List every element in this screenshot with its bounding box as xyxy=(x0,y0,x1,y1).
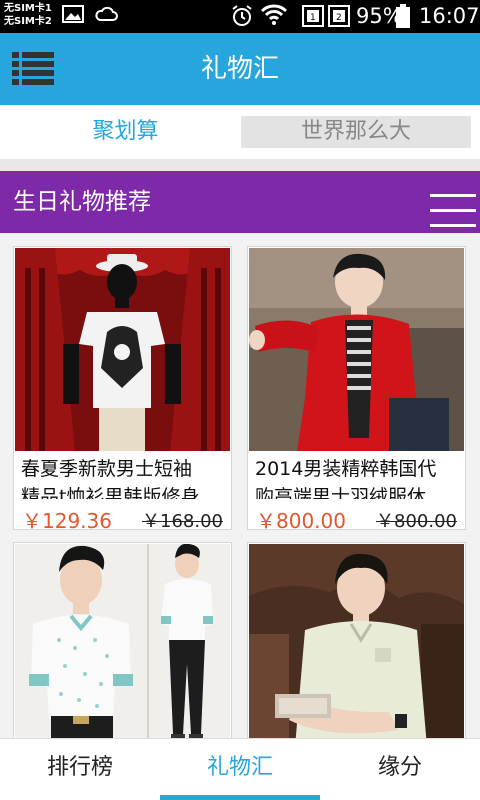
product-name: 2014男装精粹韩国代 购高端男士羽绒服休 xyxy=(255,458,437,499)
section-header: 生日礼物推荐 xyxy=(0,171,480,233)
clock: 16:07 xyxy=(419,4,480,28)
product-image xyxy=(249,248,464,451)
divider xyxy=(0,159,480,171)
app-header: 礼物汇 xyxy=(0,33,480,105)
alarm-icon xyxy=(232,5,252,26)
status-bar: 无SIM卡1 无SIM卡2 1 2 95% 16:07 xyxy=(0,0,480,33)
menu-icon[interactable] xyxy=(12,52,54,86)
product-original-price: ￥168.00 xyxy=(142,511,223,532)
product-card[interactable] xyxy=(13,542,232,738)
gallery-notification-icon xyxy=(62,5,84,23)
sim-line-2: 无SIM卡2 xyxy=(4,16,52,27)
product-image xyxy=(15,544,230,738)
nav-fate[interactable]: 缘分 xyxy=(320,739,480,800)
product-card[interactable] xyxy=(247,542,466,738)
nav-gifts[interactable]: 礼物汇 xyxy=(160,739,320,800)
product-price: ￥800.00 xyxy=(256,509,346,533)
sim-line-1: 无SIM卡1 xyxy=(4,3,52,14)
app-title: 礼物汇 xyxy=(200,54,279,84)
product-name: 春夏季新款男士短袖 精品t恤衫男韩版修身 xyxy=(21,458,200,499)
nav-ranking[interactable]: 排行榜 xyxy=(0,739,160,800)
cloud-icon xyxy=(95,6,118,21)
product-card[interactable]: 2014男装精粹韩国代 购高端男士羽绒服休 ￥800.00 ￥800.00 xyxy=(247,246,466,533)
list-menu-icon[interactable] xyxy=(430,194,476,230)
top-tabs: 聚划算 世界那么大 xyxy=(0,105,480,159)
bottom-nav: 排行榜 礼物汇 缘分 xyxy=(0,738,480,800)
tab-world[interactable]: 世界那么大 xyxy=(241,116,471,148)
active-tab-indicator xyxy=(160,795,320,800)
svg-text:2: 2 xyxy=(336,13,342,23)
signal-sim2-icon: 2 xyxy=(328,5,350,27)
product-image xyxy=(249,544,464,738)
wifi-icon xyxy=(260,4,288,25)
product-image xyxy=(15,248,230,451)
product-price: ￥129.36 xyxy=(22,509,112,533)
section-title: 生日礼物推荐 xyxy=(13,189,151,215)
product-card[interactable]: 春夏季新款男士短袖 精品t恤衫男韩版修身 ￥129.36 ￥168.00 xyxy=(13,246,232,533)
product-original-price: ￥800.00 xyxy=(376,511,457,532)
sim-status: 无SIM卡1 无SIM卡2 xyxy=(4,2,52,28)
product-grid: 春夏季新款男士短袖 精品t恤衫男韩版修身 ￥129.36 ￥168.00 201… xyxy=(0,233,480,738)
tab-juhuasuan[interactable]: 聚划算 xyxy=(12,116,239,148)
signal-sim1-icon: 1 xyxy=(302,5,324,27)
battery-icon xyxy=(396,4,410,28)
svg-text:1: 1 xyxy=(310,13,316,23)
